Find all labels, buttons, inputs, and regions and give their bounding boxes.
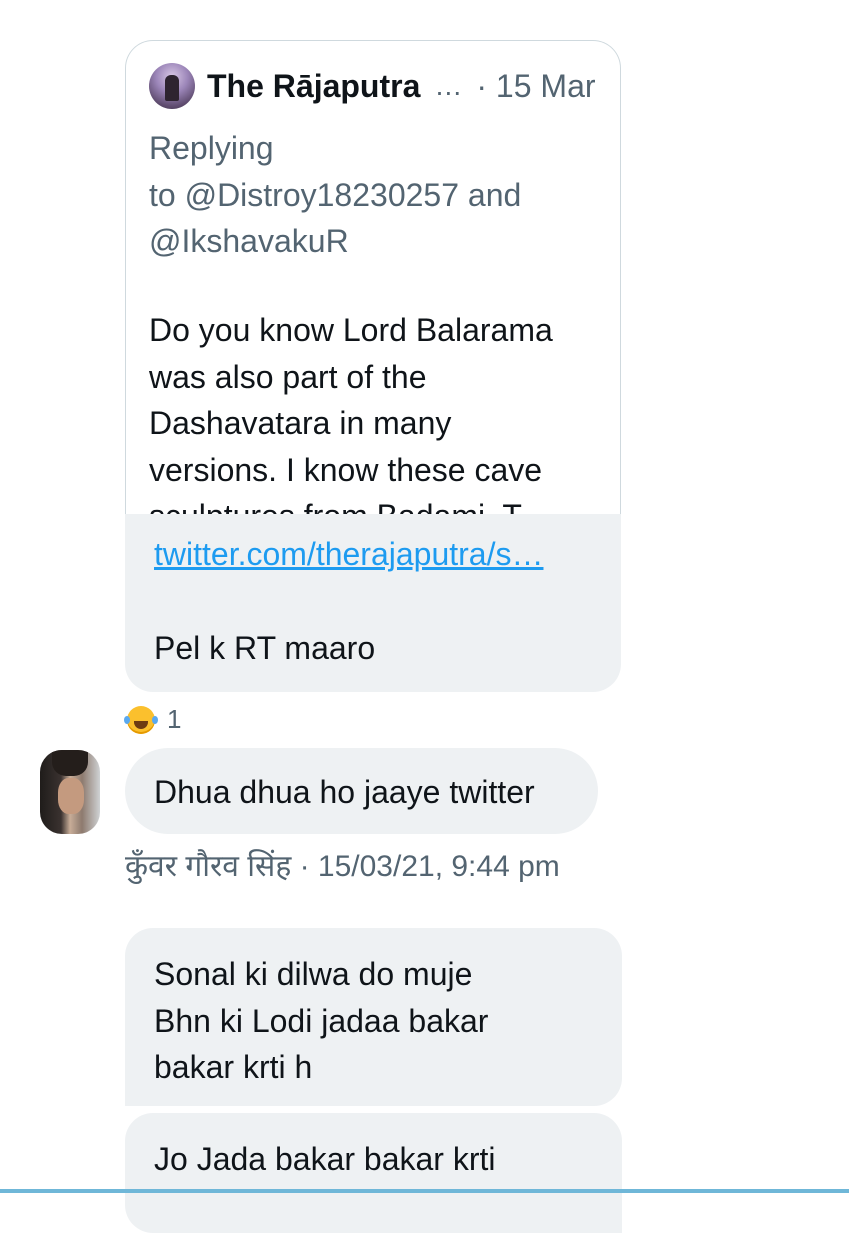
author-name[interactable]: The Rājaputra: [207, 68, 420, 105]
message-bubble-with-link[interactable]: twitter.com/therajaputra/s… Pel k RT maa…: [125, 514, 621, 692]
quoted-tweet-card[interactable]: The Rājaputra … · 15 Mar Replying to @Di…: [125, 40, 621, 534]
message-reaction[interactable]: 1: [124, 704, 182, 735]
text-line: Dashavatara in many: [149, 405, 452, 441]
message-line: Sonal ki dilwa do muje: [154, 956, 473, 992]
message-timestamp: · 15/03/21, 9:44 pm: [299, 850, 560, 883]
replying-users[interactable]: to @Distroy18230257 and: [149, 172, 599, 219]
replying-to: Replying to @Distroy18230257 and @Ikshav…: [149, 125, 599, 265]
message-meta: कुँवर गौरव सिंह · 15/03/21, 9:44 pm: [125, 844, 560, 885]
reaction-count: 1: [167, 704, 182, 734]
replying-prefix: Replying: [149, 130, 274, 166]
author-avatar[interactable]: [149, 63, 195, 109]
laughing-tears-emoji-icon: [124, 705, 155, 734]
text-line: was also part of the: [149, 358, 427, 395]
name-ellipsis: …: [434, 70, 463, 101]
text-line: versions. I know these cave: [149, 451, 543, 488]
message-line: Jo Jada bakar bakar krti: [154, 1141, 496, 1177]
text-line: Do you know Lord Balarama: [149, 312, 553, 348]
sender-name[interactable]: कुँवर गौरव सिंह: [125, 850, 291, 883]
message-text: Pel k RT maaro: [154, 630, 376, 666]
quoted-tweet-text: Do you know Lord Balarama was also part …: [149, 307, 604, 540]
message-line: bakar krti h: [154, 1049, 313, 1085]
tweet-date: · 15 Mar: [476, 67, 596, 104]
message-line: Bhn ki Lodi jadaa bakar: [154, 1002, 489, 1039]
message-bubble[interactable]: Jo Jada bakar bakar krti: [125, 1113, 622, 1233]
sender-avatar[interactable]: [40, 750, 100, 834]
bottom-divider: [0, 1189, 849, 1193]
quoted-tweet-header: The Rājaputra … · 15 Mar: [149, 63, 600, 109]
replying-users-2[interactable]: @IkshavakuR: [149, 218, 599, 265]
message-text: Dhua dhua ho jaaye twitter: [154, 774, 535, 810]
message-bubble[interactable]: Dhua dhua ho jaaye twitter: [125, 748, 598, 834]
tweet-link[interactable]: twitter.com/therajaputra/s…: [154, 536, 543, 573]
message-bubble[interactable]: Sonal ki dilwa do muje Bhn ki Lodi jadaa…: [125, 928, 622, 1106]
